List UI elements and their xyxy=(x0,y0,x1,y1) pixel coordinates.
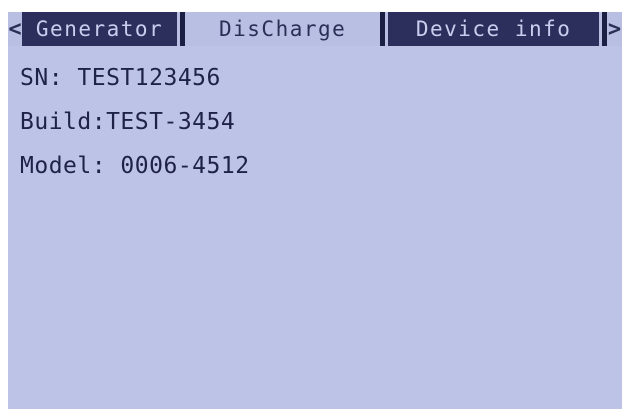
tab-discharge[interactable]: DisCharge xyxy=(188,12,378,46)
tab-bar: < Generator DisCharge Device info > xyxy=(8,12,622,46)
model-number: Model: 0006-4512 xyxy=(20,153,250,179)
tab-device-info[interactable]: Device info xyxy=(388,12,600,46)
device-info-panel: SN: TEST123456 Build:TEST-3454 Model: 00… xyxy=(20,56,250,188)
tab-generator[interactable]: Generator xyxy=(21,12,178,46)
serial-number: SN: TEST123456 xyxy=(20,65,221,91)
tab-scroll-right-icon[interactable]: > xyxy=(607,12,622,46)
build-version: Build:TEST-3454 xyxy=(20,109,236,135)
tab-scroll-left-icon[interactable]: < xyxy=(8,12,22,46)
lcd-screen: < Generator DisCharge Device info > SN: … xyxy=(8,12,622,409)
